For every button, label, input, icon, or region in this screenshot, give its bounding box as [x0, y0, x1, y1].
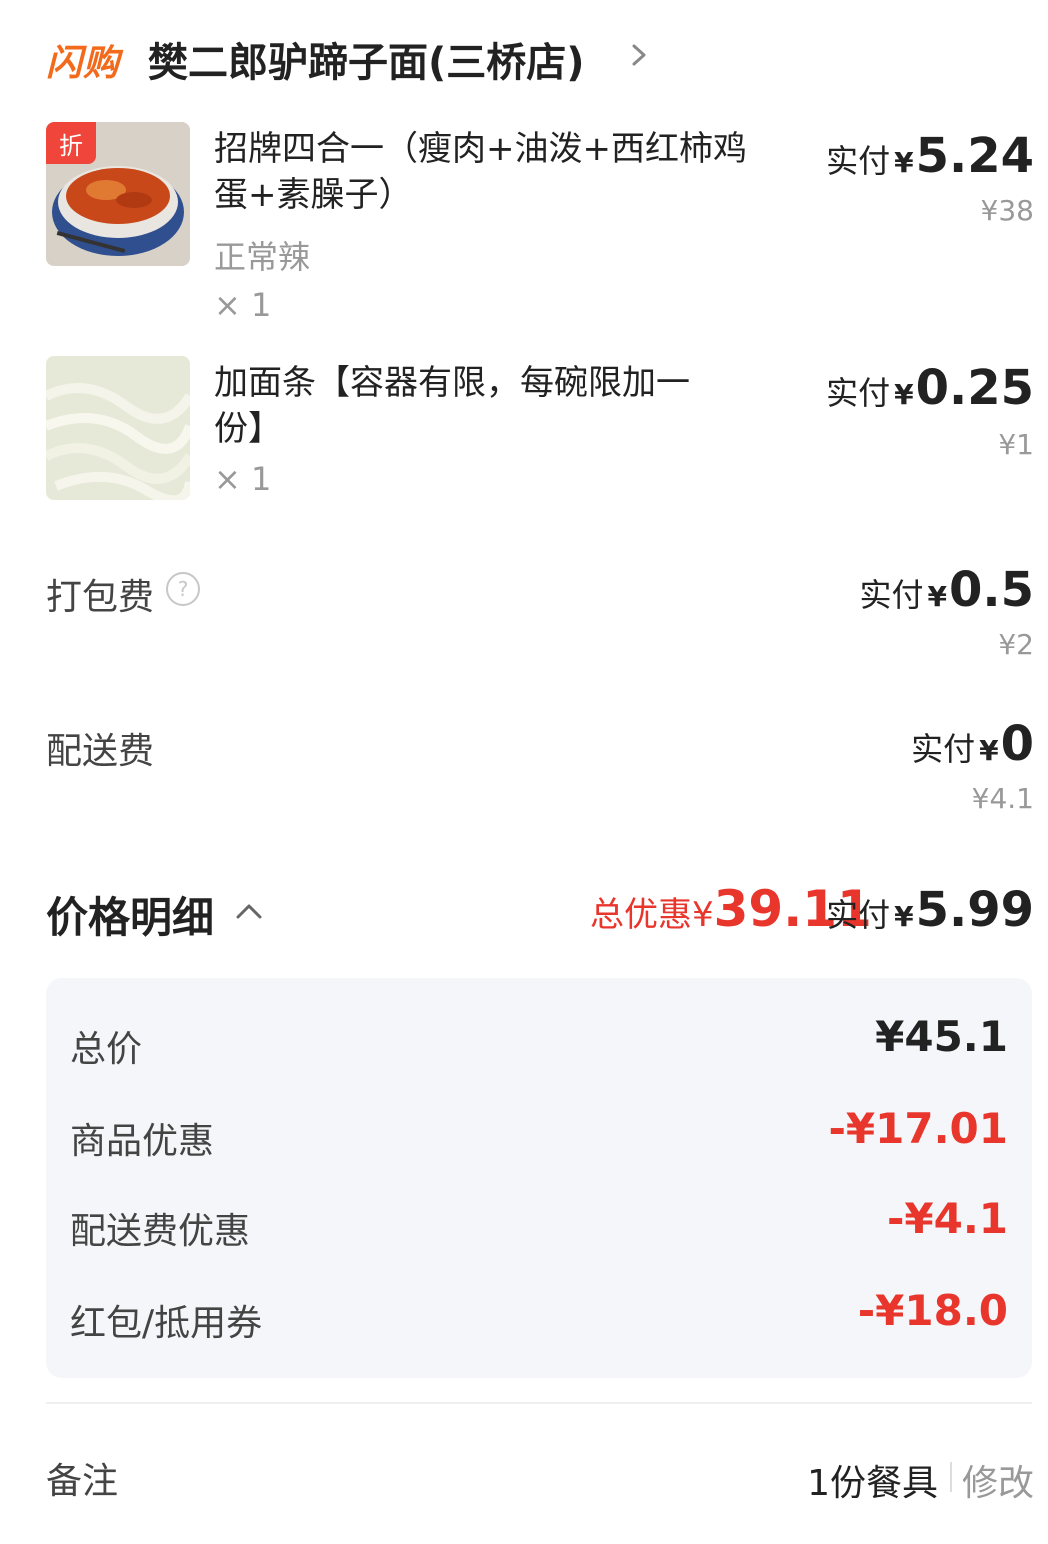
- price-detail-title[interactable]: 价格明细: [46, 884, 214, 945]
- delivery-fee-original: ¥4.1: [971, 782, 1034, 815]
- price-row-label: 总价: [70, 1029, 143, 1070]
- discount-tag: 折: [46, 122, 96, 164]
- item-name: 招牌四合一（瘦肉+油泼+西红柿鸡 蛋+素臊子）: [214, 129, 747, 215]
- chevron-up-icon[interactable]: [234, 900, 264, 922]
- price-row-label: 配送费优惠: [70, 1211, 251, 1252]
- price-row-value: -¥17.01: [828, 1104, 1008, 1153]
- item-spec: 正常辣: [214, 238, 311, 276]
- total-actual-payment: 实付 ¥5.99: [826, 882, 1034, 938]
- packing-fee-label: 打包费: [46, 577, 155, 618]
- item-original-price: ¥1: [998, 428, 1034, 461]
- delivery-fee-label: 配送费: [46, 731, 155, 772]
- chevron-right-icon[interactable]: [626, 40, 652, 70]
- price-row-value: ¥45.1: [875, 1012, 1008, 1061]
- item-quantity: × 1: [214, 286, 272, 324]
- store-name[interactable]: 樊二郎驴蹄子面(三桥店): [148, 30, 585, 88]
- price-detail-panel: 总价 ¥45.1 商品优惠 -¥17.01 配送费优惠 -¥4.1 红包/抵用券…: [46, 978, 1032, 1378]
- item-image-noodles[interactable]: [46, 356, 190, 500]
- item-image-noodle-bowl[interactable]: 折: [46, 122, 190, 266]
- item-original-price: ¥38: [980, 194, 1034, 227]
- price-row-label: 商品优惠: [70, 1121, 215, 1162]
- item-actual-payment: 实付 ¥5.24: [826, 128, 1034, 184]
- price-row-value: -¥18.0: [857, 1286, 1008, 1335]
- packing-fee-original: ¥2: [998, 628, 1034, 661]
- packing-fee-payment: 实付 ¥0.5: [859, 562, 1034, 618]
- separator: [950, 1462, 952, 1492]
- remark-label: 备注: [46, 1461, 119, 1502]
- help-icon[interactable]: ?: [166, 572, 200, 606]
- delivery-fee-payment: 实付 ¥0: [911, 716, 1034, 772]
- brand-logo: 闪购: [46, 43, 121, 84]
- edit-remark-button[interactable]: 修改: [962, 1454, 1034, 1506]
- price-row-value: -¥4.1: [886, 1194, 1008, 1243]
- item-quantity: × 1: [214, 460, 272, 498]
- price-row-label: 红包/抵用券: [70, 1303, 263, 1344]
- remark-value: 1份餐具: [807, 1463, 938, 1504]
- item-name: 加面条【容器有限，每碗限加一 份】: [214, 363, 690, 449]
- divider: [46, 1402, 1032, 1404]
- item-actual-payment: 实付 ¥0.25: [826, 360, 1034, 416]
